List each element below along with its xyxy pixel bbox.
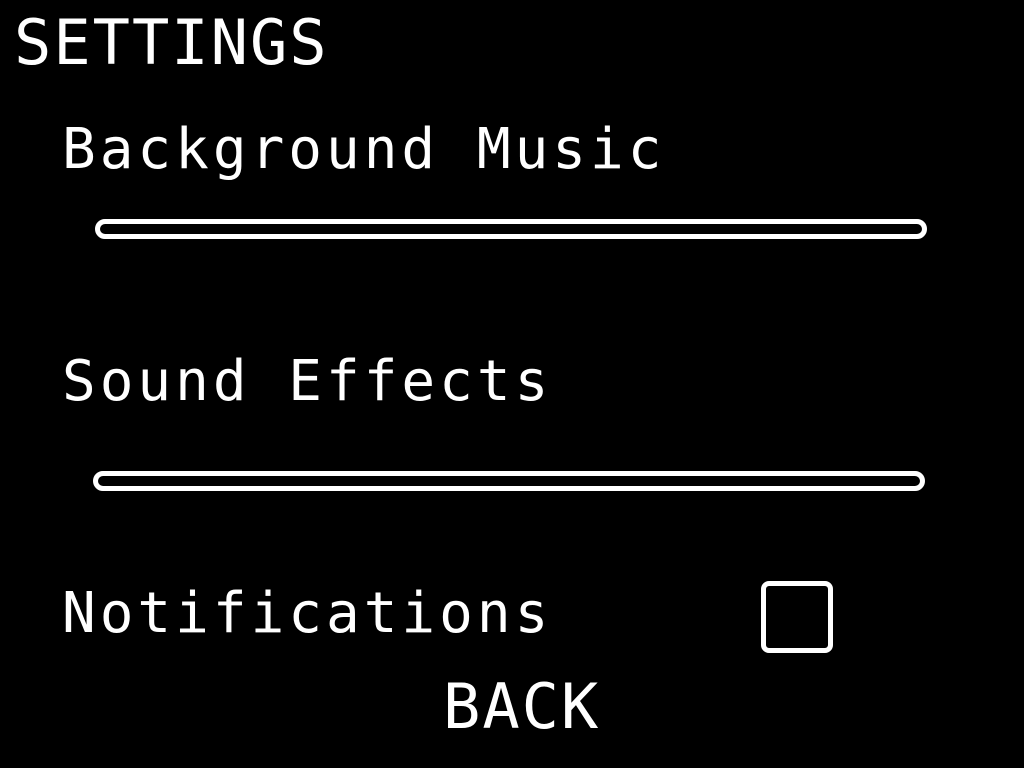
background-music-slider[interactable] (95, 219, 927, 239)
back-button[interactable]: BACK (443, 672, 623, 742)
page-title: SETTINGS (14, 6, 329, 79)
sound-effects-slider[interactable] (93, 471, 925, 491)
notifications-label: Notifications (62, 581, 553, 646)
sound-effects-label: Sound Effects (62, 349, 553, 414)
background-music-label: Background Music (62, 117, 666, 182)
notifications-checkbox[interactable] (761, 581, 833, 653)
settings-screen: SETTINGS Background Music Sound Effects … (0, 0, 1024, 768)
